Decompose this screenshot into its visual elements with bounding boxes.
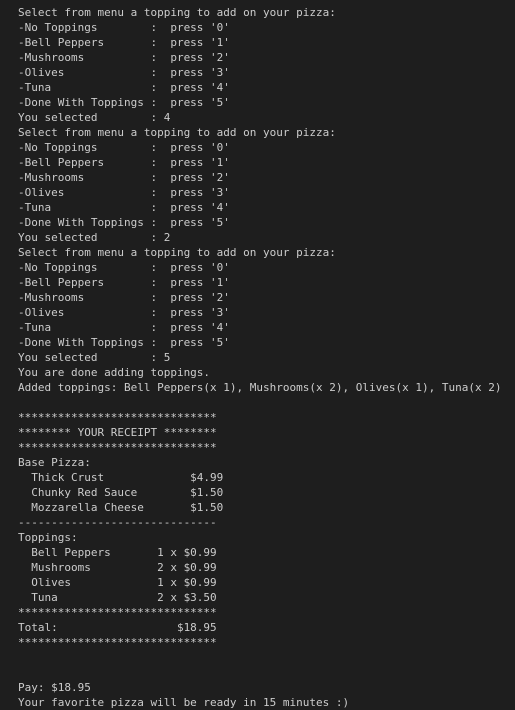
- terminal-line: -Done With Toppings : press '5': [18, 216, 230, 229]
- terminal-line: ******************************: [18, 441, 217, 454]
- terminal-line: ------------------------------: [18, 516, 217, 529]
- terminal-line: Select from menu a topping to add on you…: [18, 6, 336, 19]
- terminal-line: ******************************: [18, 411, 217, 424]
- terminal-line: -Bell Peppers : press '1': [18, 156, 230, 169]
- terminal-line: -Done With Toppings : press '5': [18, 96, 230, 109]
- terminal-line: -Olives : press '3': [18, 66, 230, 79]
- terminal-line: Toppings:: [18, 531, 78, 544]
- terminal-line: You selected : 5: [18, 351, 171, 364]
- terminal-line: You selected : 2: [18, 231, 171, 244]
- terminal-line: -Tuna : press '4': [18, 321, 230, 334]
- terminal-line: -Done With Toppings : press '5': [18, 336, 230, 349]
- terminal-line: Mushrooms 2 x $0.99: [18, 561, 217, 574]
- terminal-line: ******************************: [18, 606, 217, 619]
- terminal-line: Base Pizza:: [18, 456, 91, 469]
- terminal-line: -Olives : press '3': [18, 186, 230, 199]
- terminal-line: -Mushrooms : press '2': [18, 171, 230, 184]
- terminal-line: Bell Peppers 1 x $0.99: [18, 546, 217, 559]
- terminal-output: Select from menu a topping to add on you…: [0, 0, 515, 709]
- terminal-line: ******************************: [18, 636, 217, 649]
- terminal-line: -Tuna : press '4': [18, 201, 230, 214]
- terminal-line: -Mushrooms : press '2': [18, 51, 230, 64]
- terminal-line: -Olives : press '3': [18, 306, 230, 319]
- terminal-line: -Mushrooms : press '2': [18, 291, 230, 304]
- terminal-line: Pay: $18.95: [18, 681, 91, 694]
- terminal-line: ******** YOUR RECEIPT ********: [18, 426, 217, 439]
- terminal-line: -No Toppings : press '0': [18, 141, 230, 154]
- terminal-line: Total: $18.95: [18, 621, 217, 634]
- terminal-line: -Tuna : press '4': [18, 81, 230, 94]
- terminal-line: You selected : 4: [18, 111, 171, 124]
- terminal-line: Chunky Red Sauce $1.50: [18, 486, 224, 499]
- terminal-line: -No Toppings : press '0': [18, 21, 230, 34]
- terminal-line: Thick Crust $4.99: [18, 471, 224, 484]
- terminal-line: -No Toppings : press '0': [18, 261, 230, 274]
- terminal-line: Select from menu a topping to add on you…: [18, 126, 336, 139]
- terminal-line: Select from menu a topping to add on you…: [18, 246, 336, 259]
- terminal-line: -Bell Peppers : press '1': [18, 276, 230, 289]
- terminal-line: Mozzarella Cheese $1.50: [18, 501, 224, 514]
- terminal-line: Added toppings: Bell Peppers(x 1), Mushr…: [18, 381, 502, 394]
- terminal-line: Tuna 2 x $3.50: [18, 591, 217, 604]
- terminal-line: You are done adding toppings.: [18, 366, 211, 379]
- terminal-line: Olives 1 x $0.99: [18, 576, 217, 589]
- terminal-line: -Bell Peppers : press '1': [18, 36, 230, 49]
